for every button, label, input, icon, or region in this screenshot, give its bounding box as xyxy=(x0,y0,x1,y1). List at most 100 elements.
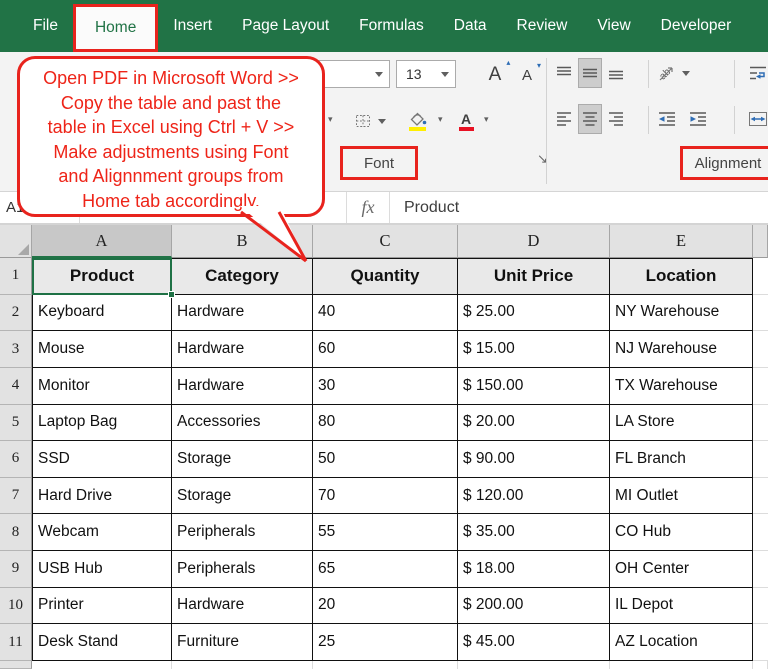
orientation-button[interactable]: ab xyxy=(656,58,696,88)
cell-F10[interactable] xyxy=(753,587,768,625)
cell-D11[interactable]: $ 45.00 xyxy=(458,624,610,661)
cell-B8[interactable]: Peripherals xyxy=(172,514,313,551)
row-header-7[interactable]: 7 xyxy=(0,477,32,515)
cell-F3[interactable] xyxy=(753,331,768,368)
cell-A4[interactable]: Monitor xyxy=(32,367,172,405)
cell-F9[interactable] xyxy=(753,551,768,588)
cell-E1[interactable]: Location xyxy=(610,258,753,295)
cell-D3[interactable]: $ 15.00 xyxy=(458,331,610,368)
cell-D6[interactable]: $ 90.00 xyxy=(458,441,610,478)
align-left-button[interactable] xyxy=(552,104,576,134)
column-header-F[interactable] xyxy=(753,225,768,258)
cell-C9[interactable]: 65 xyxy=(313,551,458,588)
tab-data[interactable]: Data xyxy=(439,0,502,52)
cell-B6[interactable]: Storage xyxy=(172,441,313,478)
cell-C6[interactable]: 50 xyxy=(313,441,458,478)
cell-C5[interactable]: 80 xyxy=(313,404,458,442)
cell-B4[interactable]: Hardware xyxy=(172,367,313,405)
decrease-indent-button[interactable] xyxy=(654,104,680,134)
cell-B7[interactable]: Storage xyxy=(172,477,313,515)
tab-page-layout[interactable]: Page Layout xyxy=(227,0,344,52)
font-color-button[interactable]: A xyxy=(452,106,480,136)
cell-B3[interactable]: Hardware xyxy=(172,331,313,368)
cell-A8[interactable]: Webcam xyxy=(32,514,172,551)
cell-A9[interactable]: USB Hub xyxy=(32,551,172,588)
cell-A3[interactable]: Mouse xyxy=(32,331,172,368)
bottom-align-button[interactable] xyxy=(604,58,628,88)
cell-F2[interactable] xyxy=(753,294,768,332)
tab-insert[interactable]: Insert xyxy=(158,0,227,52)
cell-C3[interactable]: 60 xyxy=(313,331,458,368)
cell-F12[interactable] xyxy=(753,660,768,669)
row-header-10[interactable]: 10 xyxy=(0,587,32,625)
cell-E11[interactable]: AZ Location xyxy=(610,624,753,661)
row-header-8[interactable]: 8 xyxy=(0,514,32,551)
cell-A5[interactable]: Laptop Bag xyxy=(32,404,172,442)
column-header-D[interactable]: D xyxy=(458,225,610,258)
cell-C7[interactable]: 70 xyxy=(313,477,458,515)
cell-B9[interactable]: Peripherals xyxy=(172,551,313,588)
cell-E4[interactable]: TX Warehouse xyxy=(610,367,753,405)
column-header-A[interactable]: A xyxy=(32,225,172,258)
chevron-down-icon[interactable]: ▾ xyxy=(484,114,489,125)
row-header-12[interactable] xyxy=(0,660,32,669)
cell-E10[interactable]: IL Depot xyxy=(610,587,753,625)
increase-font-size-button[interactable]: A ▴ xyxy=(480,58,511,88)
cell-C4[interactable]: 30 xyxy=(313,367,458,405)
cell-A7[interactable]: Hard Drive xyxy=(32,477,172,515)
formula-input[interactable]: Product xyxy=(404,192,459,223)
wrap-text-button[interactable] xyxy=(741,56,768,90)
cell-D12[interactable] xyxy=(458,660,610,669)
merge-center-button[interactable] xyxy=(741,104,768,134)
row-header-5[interactable]: 5 xyxy=(0,404,32,442)
cell-D9[interactable]: $ 18.00 xyxy=(458,551,610,588)
fill-handle[interactable] xyxy=(168,290,175,298)
cell-D5[interactable]: $ 20.00 xyxy=(458,404,610,442)
middle-align-button[interactable] xyxy=(578,58,602,88)
tab-file[interactable]: File xyxy=(18,0,73,52)
row-header-6[interactable]: 6 xyxy=(0,441,32,478)
cell-E6[interactable]: FL Branch xyxy=(610,441,753,478)
column-header-C[interactable]: C xyxy=(313,225,458,258)
cell-D10[interactable]: $ 200.00 xyxy=(458,587,610,625)
cell-F4[interactable] xyxy=(753,367,768,405)
cell-C12[interactable] xyxy=(313,660,458,669)
cell-D8[interactable]: $ 35.00 xyxy=(458,514,610,551)
cell-E3[interactable]: NJ Warehouse xyxy=(610,331,753,368)
tab-review[interactable]: Review xyxy=(502,0,583,52)
increase-indent-button[interactable] xyxy=(685,104,711,134)
cell-C11[interactable]: 25 xyxy=(313,624,458,661)
row-header-2[interactable]: 2 xyxy=(0,294,32,332)
chevron-down-icon[interactable]: ▾ xyxy=(328,114,333,125)
borders-button[interactable] xyxy=(348,105,398,137)
cell-B12[interactable] xyxy=(172,660,313,669)
cell-A2[interactable]: Keyboard xyxy=(32,294,172,332)
cell-E7[interactable]: MI Outlet xyxy=(610,477,753,515)
cell-E2[interactable]: NY Warehouse xyxy=(610,294,753,332)
cell-F11[interactable] xyxy=(753,624,768,661)
cell-C2[interactable]: 40 xyxy=(313,294,458,332)
row-header-11[interactable]: 11 xyxy=(0,624,32,661)
tab-formulas[interactable]: Formulas xyxy=(344,0,439,52)
cell-B5[interactable]: Accessories xyxy=(172,404,313,442)
cell-B10[interactable]: Hardware xyxy=(172,587,313,625)
cell-E5[interactable]: LA Store xyxy=(610,404,753,442)
cell-D4[interactable]: $ 150.00 xyxy=(458,367,610,405)
select-all-corner[interactable] xyxy=(0,225,32,258)
font-size-combo[interactable]: 13 xyxy=(396,60,456,88)
align-right-button[interactable] xyxy=(604,104,628,134)
cell-F6[interactable] xyxy=(753,441,768,478)
row-header-9[interactable]: 9 xyxy=(0,551,32,588)
fill-color-button[interactable] xyxy=(400,104,434,138)
column-header-E[interactable]: E xyxy=(610,225,753,258)
row-header-1[interactable]: 1 xyxy=(0,258,32,295)
cell-A6[interactable]: SSD xyxy=(32,441,172,478)
fx-icon[interactable]: fx xyxy=(346,192,390,223)
cell-D1[interactable]: Unit Price xyxy=(458,258,610,295)
cell-A11[interactable]: Desk Stand xyxy=(32,624,172,661)
align-center-button[interactable] xyxy=(578,104,602,134)
tab-home[interactable]: Home xyxy=(72,4,159,52)
cell-F8[interactable] xyxy=(753,514,768,551)
decrease-font-size-button[interactable]: A ▾ xyxy=(513,61,541,88)
cell-E12[interactable] xyxy=(610,660,753,669)
